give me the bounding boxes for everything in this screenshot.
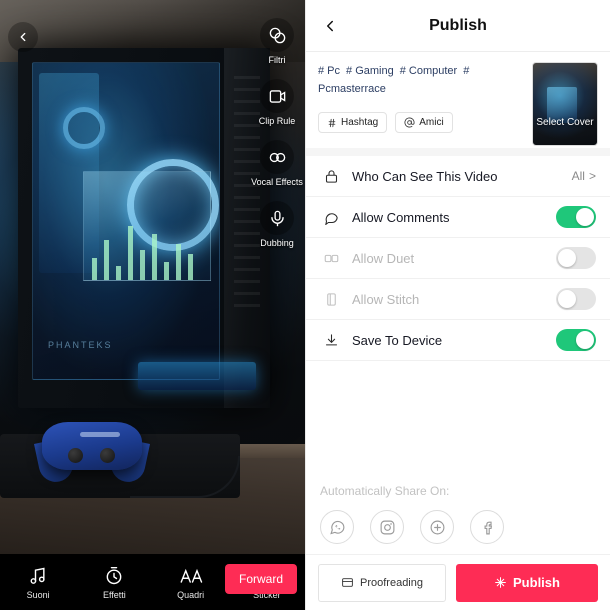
editor-back-button[interactable] bbox=[8, 22, 38, 52]
lock-icon bbox=[320, 165, 342, 187]
download-icon bbox=[320, 329, 342, 351]
bottom-tool-sounds[interactable]: Suoni bbox=[0, 565, 76, 600]
setting-save-to-device[interactable]: Save To Device bbox=[306, 320, 610, 361]
setting-allow-comments[interactable]: Allow Comments bbox=[306, 197, 610, 238]
tool-dubbing[interactable]: Dubbing bbox=[249, 201, 305, 248]
setting-who-can-see-value-wrap: All > bbox=[572, 169, 596, 183]
publish-settings-list: Who Can See This Video All > Allow Comme… bbox=[306, 156, 610, 361]
select-cover-thumbnail[interactable]: Select Cover bbox=[532, 62, 598, 146]
bottom-tool-text-label: Quadri bbox=[177, 589, 205, 600]
tool-clip-rule[interactable]: Clip Rule bbox=[249, 79, 305, 126]
setting-allow-stitch[interactable]: Allow Stitch bbox=[306, 279, 610, 320]
chevron-left-icon bbox=[321, 17, 339, 35]
tool-dubbing-label: Dubbing bbox=[260, 238, 294, 248]
microphone-icon bbox=[260, 201, 294, 235]
setting-who-can-see[interactable]: Who Can See This Video All > bbox=[306, 156, 610, 197]
rgb-fan-ring-small bbox=[63, 107, 105, 149]
publish-header: Publish bbox=[306, 0, 610, 52]
video-editor-panel: PHANTEKS Filtri Clip Rule Vocal Effects … bbox=[0, 0, 305, 610]
forward-button[interactable]: Forward bbox=[224, 564, 297, 594]
publish-back-button[interactable] bbox=[318, 14, 342, 38]
setting-save-to-device-label: Save To Device bbox=[352, 332, 443, 348]
select-cover-label: Select Cover bbox=[536, 117, 594, 128]
mention-friends-button[interactable]: Amici bbox=[395, 112, 453, 133]
pc-case: PHANTEKS bbox=[18, 48, 270, 408]
editor-bottom-toolbar: Suoni Effetti Quadri Sticker Forward bbox=[0, 554, 305, 610]
bottom-tool-effects[interactable]: Effetti bbox=[76, 565, 152, 600]
tool-filters-label: Filtri bbox=[268, 55, 286, 65]
stitch-icon bbox=[320, 288, 342, 310]
sparkle-icon bbox=[494, 576, 507, 589]
music-note-icon bbox=[28, 565, 48, 587]
game-controller bbox=[34, 414, 150, 486]
add-hashtag-button[interactable]: Hashtag bbox=[318, 112, 388, 133]
at-icon bbox=[404, 117, 415, 128]
drafts-button[interactable]: Proofreading bbox=[318, 563, 446, 602]
tool-clip-rule-label: Clip Rule bbox=[258, 116, 296, 126]
comment-icon bbox=[320, 206, 342, 228]
timer-icon bbox=[104, 565, 124, 587]
setting-allow-duet-toggle[interactable] bbox=[556, 247, 596, 269]
setting-allow-stitch-toggle[interactable] bbox=[556, 288, 596, 310]
front-light-strip bbox=[138, 362, 256, 390]
tool-vocal-effects[interactable]: Vocal Effects bbox=[249, 140, 305, 187]
facebook-icon[interactable] bbox=[470, 510, 504, 544]
instagram-icon[interactable] bbox=[370, 510, 404, 544]
auto-share-section: Automatically Share On: bbox=[306, 484, 610, 544]
page-title: Publish bbox=[429, 16, 487, 34]
setting-allow-stitch-label: Allow Stitch bbox=[352, 291, 420, 307]
setting-who-can-see-label: Who Can See This Video bbox=[352, 168, 498, 184]
bottom-tool-effects-label: Effetti bbox=[102, 589, 126, 600]
screen-reflection bbox=[83, 171, 211, 281]
bottom-tool-text[interactable]: Quadri bbox=[153, 565, 229, 600]
auto-share-title: Automatically Share On: bbox=[320, 484, 450, 498]
filters-icon bbox=[260, 18, 294, 52]
publish-panel: Publish # Pc # Gaming # Computer # Pcmaster… bbox=[305, 0, 610, 610]
hashtag-chip[interactable]: # Gaming bbox=[346, 65, 394, 77]
drafts-icon bbox=[341, 576, 354, 589]
voice-effects-icon bbox=[260, 140, 294, 174]
add-hashtag-label: Hashtag bbox=[341, 117, 379, 128]
setting-allow-duet[interactable]: Allow Duet bbox=[306, 238, 610, 279]
hashtag-chip[interactable]: # Computer bbox=[400, 65, 457, 77]
mention-friends-label: Amici bbox=[419, 117, 444, 128]
setting-who-can-see-value: All bbox=[571, 169, 585, 183]
tool-filters[interactable]: Filtri bbox=[249, 18, 305, 65]
publish-footer: Proofreading Publish bbox=[306, 554, 610, 610]
auto-share-icons bbox=[320, 510, 596, 544]
more-icon[interactable] bbox=[420, 510, 454, 544]
publish-button[interactable]: Publish bbox=[456, 563, 598, 602]
setting-allow-comments-toggle[interactable] bbox=[556, 206, 596, 228]
whatsapp-icon[interactable] bbox=[320, 510, 354, 544]
caption-compose-area[interactable]: # Pc # Gaming # Computer # Pcmasterrace Has… bbox=[306, 52, 610, 156]
text-icon bbox=[179, 565, 203, 587]
setting-save-to-device-toggle[interactable] bbox=[556, 329, 596, 351]
chevron-left-icon bbox=[16, 30, 30, 44]
case-brand: PHANTEKS bbox=[48, 340, 113, 350]
tool-vocal-effects-label: Vocal Effects bbox=[251, 177, 303, 187]
publish-button-label: Publish bbox=[513, 575, 560, 590]
duet-icon bbox=[320, 247, 342, 269]
caption-input[interactable]: # Pc # Gaming # Computer # Pcmasterrace bbox=[318, 62, 514, 98]
app-root: PHANTEKS Filtri Clip Rule Vocal Effects … bbox=[0, 0, 610, 610]
bottom-tool-sounds-label: Suoni bbox=[26, 589, 50, 600]
drafts-label: Proofreading bbox=[360, 576, 423, 589]
setting-allow-comments-label: Allow Comments bbox=[352, 209, 450, 225]
chevron-right-icon: > bbox=[588, 169, 596, 183]
editor-tool-rail: Filtri Clip Rule Vocal Effects Dubbing bbox=[249, 18, 305, 262]
pc-glass-panel bbox=[32, 62, 220, 380]
hashtag-chip[interactable]: # Pc bbox=[318, 65, 340, 77]
setting-allow-duet-label: Allow Duet bbox=[352, 250, 415, 266]
hashtag-icon bbox=[327, 118, 337, 128]
clip-adjust-icon bbox=[260, 79, 294, 113]
